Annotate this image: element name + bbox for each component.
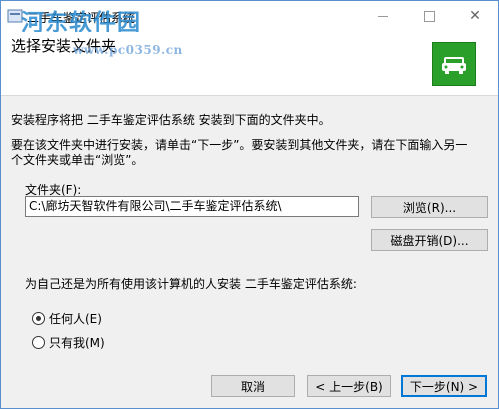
title-bar[interactable]: 二手车鉴定评估系统 河东软件园 ✕ [1,1,498,36]
watermark-url: www.pc0359.cn [73,43,183,57]
close-button[interactable]: ✕ [452,1,498,31]
button-bar: 取消 < 上一步(B) 下一步(N) > [1,365,498,408]
installer-window: 二手车鉴定评估系统 河东软件园 ✕ 选择安装文件夹 www.pc0359.cn [0,0,499,409]
maximize-icon [423,10,435,22]
cancel-button[interactable]: 取消 [211,375,295,397]
intro-text: 安装程序将把 二手车鉴定评估系统 安装到下面的文件夹中。 [11,113,331,127]
radio-everyone[interactable]: 任何人(E) [32,310,102,326]
page-header: 选择安装文件夹 [1,32,498,94]
radio-everyone-label: 任何人(E) [49,311,102,326]
maximize-button[interactable] [406,1,452,31]
folder-path-input[interactable]: C:\廊坊天智软件有限公司\二手车鉴定评估系统\ [25,196,359,217]
back-button[interactable]: < 上一步(B) [307,375,391,397]
radio-unselected-icon [32,335,45,349]
minimize-button[interactable] [360,1,406,31]
radio-selected-icon [32,311,45,325]
disk-cost-button[interactable]: 磁盘开销(D)... [371,229,488,251]
car-icon [432,42,476,86]
browse-button[interactable]: 浏览(R)... [371,196,488,218]
install-scope-prompt: 为自己还是为所有使用该计算机的人安装 二手车鉴定评估系统: [25,277,357,291]
instructions-line-2: 个文件夹或单击“浏览”。 [11,153,144,167]
radio-just-me-label: 只有我(M) [49,335,105,350]
content-area: 安装程序将把 二手车鉴定评估系统 安装到下面的文件夹中。 要在该文件夹中进行安装… [1,96,498,365]
close-icon: ✕ [469,8,481,24]
minimize-icon [378,15,388,17]
radio-just-me[interactable]: 只有我(M) [32,334,105,350]
next-button[interactable]: 下一步(N) > [401,375,487,397]
